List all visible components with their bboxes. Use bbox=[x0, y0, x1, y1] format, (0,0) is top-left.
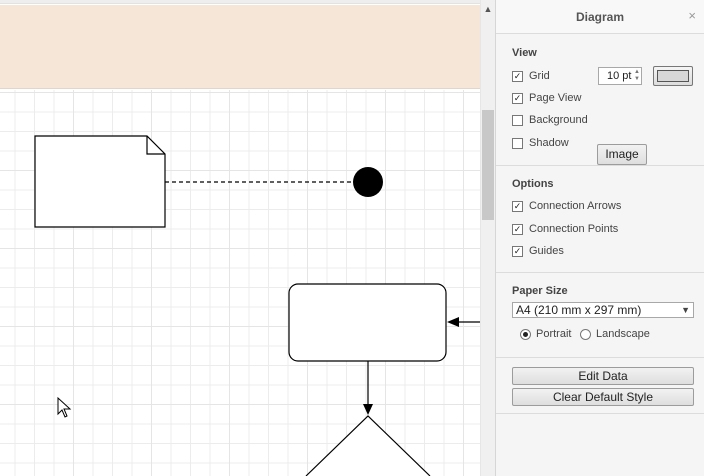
guides-label: Guides bbox=[529, 245, 564, 257]
grid-label: Grid bbox=[529, 70, 550, 82]
start-state-circle[interactable] bbox=[353, 167, 383, 197]
landscape-label: Landscape bbox=[596, 328, 650, 340]
decision-diamond-shape[interactable] bbox=[305, 415, 431, 476]
page-view-option[interactable]: ✓ Page View bbox=[512, 92, 581, 104]
panel-header: Diagram × bbox=[496, 0, 704, 34]
guides-checkbox[interactable]: ✓ bbox=[512, 245, 523, 257]
check-icon: ✓ bbox=[513, 92, 522, 103]
options-section-title: Options bbox=[512, 178, 554, 190]
check-icon: ✓ bbox=[513, 200, 522, 211]
grid-color-swatch bbox=[657, 70, 689, 82]
landscape-radio[interactable] bbox=[580, 328, 591, 340]
view-section-title: View bbox=[512, 47, 537, 59]
vertical-scrollbar[interactable]: ▲ bbox=[480, 0, 495, 476]
shadow-checkbox[interactable] bbox=[512, 137, 523, 149]
background-option[interactable]: Background bbox=[512, 114, 588, 126]
paper-size-value: A4 (210 mm x 297 mm) bbox=[516, 303, 642, 317]
close-icon[interactable]: × bbox=[688, 8, 696, 23]
arrowhead-left-icon bbox=[447, 317, 459, 327]
image-button[interactable]: Image bbox=[597, 144, 647, 165]
diagram-canvas[interactable] bbox=[0, 0, 480, 476]
scroll-up-arrow-icon[interactable]: ▲ bbox=[481, 2, 495, 16]
check-icon: ✓ bbox=[513, 70, 522, 81]
connection-arrows-option[interactable]: ✓ Connection Arrows bbox=[512, 200, 621, 212]
guides-option[interactable]: ✓ Guides bbox=[512, 245, 564, 257]
radio-selected-dot bbox=[523, 331, 528, 337]
rounded-rectangle-shape[interactable] bbox=[288, 283, 447, 362]
connection-points-label: Connection Points bbox=[529, 223, 619, 235]
grid-option[interactable]: ✓ Grid bbox=[512, 70, 550, 82]
background-label: Background bbox=[529, 114, 588, 126]
edit-data-button[interactable]: Edit Data bbox=[512, 367, 694, 385]
mouse-pointer-icon bbox=[57, 396, 72, 418]
landscape-option[interactable]: Landscape bbox=[580, 328, 650, 340]
arrowhead-down-icon bbox=[363, 404, 373, 415]
actions-section: Edit Data Clear Default Style bbox=[496, 358, 704, 414]
portrait-label: Portrait bbox=[536, 328, 572, 340]
check-icon: ✓ bbox=[513, 245, 522, 256]
shadow-label: Shadow bbox=[529, 137, 569, 149]
grid-color-button[interactable] bbox=[653, 66, 693, 86]
note-shape[interactable] bbox=[34, 135, 166, 228]
paper-size-select[interactable]: A4 (210 mm x 297 mm) ▼ bbox=[512, 302, 694, 318]
scrollbar-thumb[interactable] bbox=[482, 110, 494, 220]
paper-size-title: Paper Size bbox=[512, 285, 568, 297]
connection-points-checkbox[interactable]: ✓ bbox=[512, 223, 523, 235]
options-section: Options ✓ Connection Arrows ✓ Connection… bbox=[496, 166, 704, 273]
portrait-radio[interactable] bbox=[520, 328, 531, 340]
diagram-shapes bbox=[34, 135, 480, 476]
panel-title: Diagram bbox=[575, 10, 625, 24]
portrait-option[interactable]: Portrait bbox=[520, 328, 571, 340]
format-panel: Diagram × View ✓ Grid 10 pt ▲ ▼ ✓ Page Vi… bbox=[495, 0, 704, 476]
spinner-icon[interactable]: ▲ ▼ bbox=[634, 69, 640, 83]
check-icon: ✓ bbox=[513, 223, 522, 234]
page-view-checkbox[interactable]: ✓ bbox=[512, 92, 523, 104]
paper-size-section: Paper Size A4 (210 mm x 297 mm) ▼ Portra… bbox=[496, 273, 704, 358]
connection-arrows-label: Connection Arrows bbox=[529, 200, 622, 212]
view-section: View ✓ Grid 10 pt ▲ ▼ ✓ Page View Backgro… bbox=[496, 34, 704, 166]
grid-checkbox[interactable]: ✓ bbox=[512, 70, 523, 82]
page-view-label: Page View bbox=[529, 92, 582, 104]
connection-points-option[interactable]: ✓ Connection Points bbox=[512, 223, 618, 235]
grid-size-input[interactable]: 10 pt ▲ ▼ bbox=[598, 67, 642, 85]
background-checkbox[interactable] bbox=[512, 114, 523, 126]
shadow-option[interactable]: Shadow bbox=[512, 137, 569, 149]
grid-size-value: 10 pt bbox=[607, 70, 632, 82]
chevron-down-icon: ▼ bbox=[681, 305, 690, 315]
clear-default-style-button[interactable]: Clear Default Style bbox=[512, 388, 694, 406]
connection-arrows-checkbox[interactable]: ✓ bbox=[512, 200, 523, 212]
